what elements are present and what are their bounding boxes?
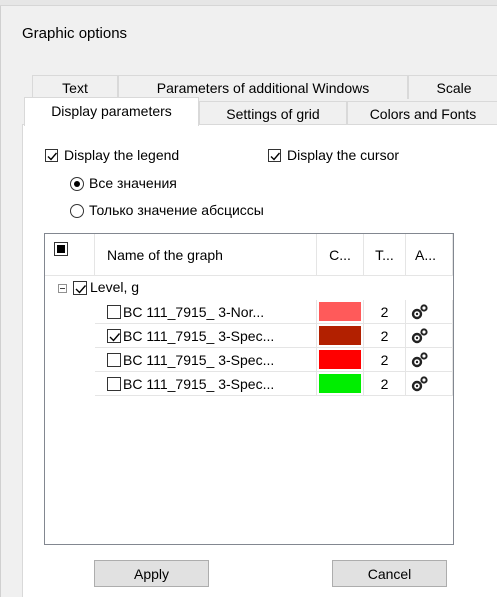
- graph-name: BC 111_7915_ 3-Spec...: [123, 376, 275, 392]
- cancel-button[interactable]: Cancel: [332, 560, 447, 587]
- display-cursor-checkbox[interactable]: [268, 149, 281, 162]
- color-cell[interactable]: [317, 324, 364, 348]
- tab-scale[interactable]: Scale: [408, 75, 497, 99]
- name-cell: BC 111_7915_ 3-Spec...: [95, 348, 317, 372]
- checkmark-icon: [270, 152, 281, 161]
- row-checkbox[interactable]: [107, 329, 121, 343]
- name-cell: BC 111_7915_ 3-Nor...: [95, 300, 317, 324]
- color-swatch[interactable]: [319, 374, 361, 393]
- color-cell[interactable]: [317, 348, 364, 372]
- collapse-icon[interactable]: [58, 284, 67, 293]
- indeterminate-mark-icon: [57, 245, 65, 253]
- color-cell[interactable]: [317, 372, 364, 396]
- header-color[interactable]: C...: [317, 234, 364, 276]
- action-cell[interactable]: [406, 372, 453, 396]
- radio-abscissa-only-label: Только значение абсциссы: [89, 202, 264, 218]
- tab-additional-windows[interactable]: Parameters of additional Windows: [118, 75, 408, 99]
- radio-selected-dot: [74, 181, 80, 187]
- action-cell[interactable]: [406, 324, 453, 348]
- table-row[interactable]: BC 111_7915_ 3-Spec... 2: [45, 348, 453, 372]
- thickness-cell[interactable]: 2: [364, 324, 406, 348]
- window-left-edge: [0, 6, 1, 597]
- checkmark-icon: [75, 285, 87, 294]
- color-cell[interactable]: [317, 300, 364, 324]
- select-all-checkbox[interactable]: [54, 242, 68, 256]
- tab-display-parameters[interactable]: Display parameters: [24, 97, 199, 126]
- row-checkbox[interactable]: [107, 377, 121, 391]
- name-cell: BC 111_7915_ 3-Spec...: [95, 324, 317, 348]
- thickness-cell[interactable]: 2: [364, 348, 406, 372]
- group-row[interactable]: Level, g: [45, 276, 453, 300]
- display-legend-checkbox[interactable]: [45, 149, 58, 162]
- gears-icon[interactable]: [411, 376, 429, 392]
- dialog-title: Graphic options: [22, 25, 128, 42]
- graphs-grid[interactable]: Name of the graph C... T... A... Level, …: [44, 233, 454, 545]
- graph-name: BC 111_7915_ 3-Nor...: [123, 304, 265, 320]
- action-cell[interactable]: [406, 348, 453, 372]
- table-row[interactable]: BC 111_7915_ 3-Spec... 2: [45, 324, 453, 348]
- radio-all-values[interactable]: [70, 177, 84, 191]
- tab-settings-of-grid[interactable]: Settings of grid: [199, 101, 347, 125]
- row-checkbox[interactable]: [107, 305, 121, 319]
- header-select-cell[interactable]: [45, 234, 95, 276]
- tab-text[interactable]: Text: [32, 75, 118, 99]
- graph-name: BC 111_7915_ 3-Spec...: [123, 328, 275, 344]
- radio-all-values-label: Все значения: [89, 175, 177, 191]
- table-row[interactable]: BC 111_7915_ 3-Nor... 2: [45, 300, 453, 324]
- color-swatch[interactable]: [319, 302, 361, 321]
- gears-icon[interactable]: [411, 304, 429, 320]
- group-checkbox[interactable]: [73, 281, 87, 295]
- thickness-cell[interactable]: 2: [364, 300, 406, 324]
- apply-button[interactable]: Apply: [94, 560, 209, 587]
- tab-colors-and-fonts[interactable]: Colors and Fonts: [347, 101, 497, 125]
- gears-icon[interactable]: [411, 328, 429, 344]
- group-label: Level, g: [90, 279, 140, 295]
- header-action[interactable]: A...: [406, 234, 453, 276]
- checkmark-icon: [109, 333, 121, 342]
- graph-name: BC 111_7915_ 3-Spec...: [123, 352, 275, 368]
- row-checkbox[interactable]: [107, 353, 121, 367]
- window-top-edge: [0, 0, 497, 6]
- header-name[interactable]: Name of the graph: [95, 234, 317, 276]
- checkmark-icon: [47, 152, 58, 161]
- header-thickness[interactable]: T...: [364, 234, 406, 276]
- thickness-cell[interactable]: 2: [364, 372, 406, 396]
- radio-abscissa-only[interactable]: [70, 204, 84, 218]
- color-swatch[interactable]: [319, 350, 361, 369]
- name-cell: BC 111_7915_ 3-Spec...: [95, 372, 317, 396]
- table-row[interactable]: BC 111_7915_ 3-Spec... 2: [45, 372, 453, 396]
- display-legend-label: Display the legend: [64, 147, 180, 163]
- display-cursor-label: Display the cursor: [287, 147, 400, 163]
- color-swatch[interactable]: [319, 326, 361, 345]
- action-cell[interactable]: [406, 300, 453, 324]
- gears-icon[interactable]: [411, 352, 429, 368]
